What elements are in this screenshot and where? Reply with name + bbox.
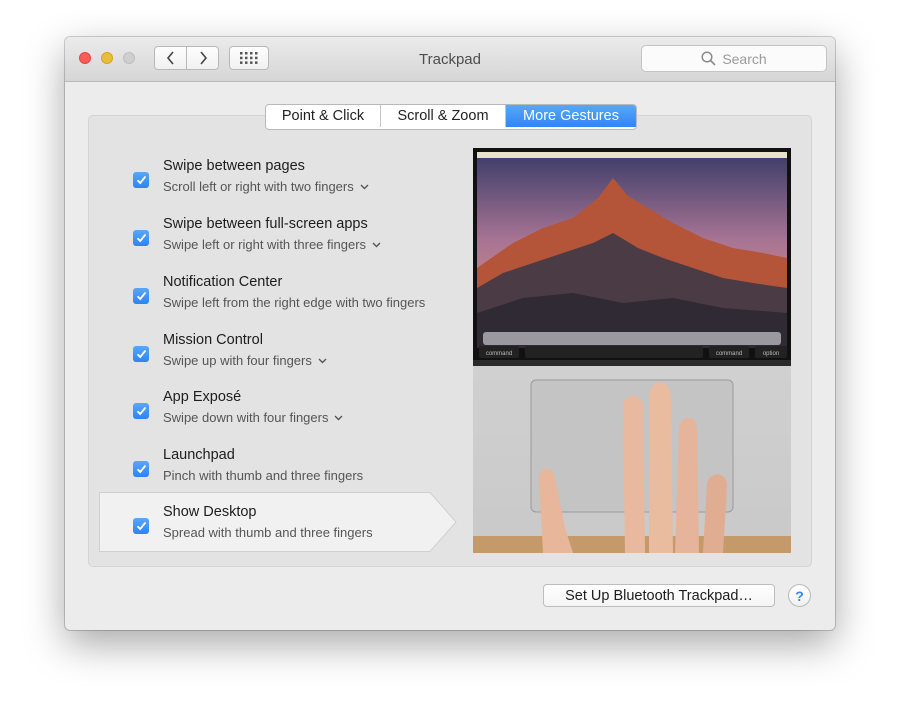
command-key-label-right: command [716, 351, 742, 357]
gesture-option-popup[interactable]: Swipe up with four fingers [163, 353, 327, 368]
gesture-description: Pinch with thumb and three fingers [163, 468, 363, 483]
gesture-checkbox[interactable] [133, 288, 149, 304]
gesture-description-text: Pinch with thumb and three fingers [163, 468, 364, 483]
checkmark-icon [136, 291, 146, 301]
checkmark-icon [136, 233, 146, 243]
preferences-window: Trackpad Search Point & Click Scroll & Z… [65, 37, 835, 630]
gesture-preview-video: command command option command [473, 148, 791, 553]
gesture-option-popup[interactable]: Scroll left or right with two fingers [163, 179, 369, 194]
gesture-checkbox[interactable] [133, 403, 149, 419]
setup-bluetooth-trackpad-button[interactable]: Set Up Bluetooth Trackpad… [543, 584, 775, 607]
selected-row-highlight [99, 492, 457, 552]
checkmark-icon [136, 521, 146, 531]
chevron-down-icon [334, 415, 343, 421]
chevron-down-icon [318, 358, 327, 364]
search-icon [701, 51, 716, 66]
gesture-checkbox[interactable] [133, 346, 149, 362]
gesture-description: Spread with thumb and three fingers [163, 525, 373, 540]
preview-illustration: command command option [473, 148, 791, 553]
gesture-checkbox[interactable] [133, 230, 149, 246]
title-bar: Trackpad Search [65, 37, 835, 82]
checkmark-icon [136, 175, 146, 185]
gesture-title: App Exposé [163, 389, 242, 405]
gesture-title: Swipe between pages [163, 158, 305, 174]
tab-point-and-click[interactable]: Point & Click [266, 105, 381, 127]
chevron-down-icon [360, 184, 369, 190]
gesture-title: Notification Center [163, 274, 283, 290]
checkmark-icon [136, 406, 146, 416]
tab-more-gestures[interactable]: More Gestures [506, 105, 636, 127]
gesture-title: Swipe between full-screen apps [163, 216, 368, 232]
command-key-label-left: command [486, 351, 512, 357]
search-placeholder: Search [722, 50, 767, 67]
gesture-title: Launchpad [163, 447, 235, 463]
checkmark-icon [136, 349, 146, 359]
gesture-option-popup[interactable]: Swipe left or right with three fingers [163, 237, 381, 252]
gesture-description-text: Scroll left or right with two fingers [163, 179, 354, 194]
gesture-description: Swipe left from the right edge with two … [163, 295, 425, 310]
gestures-panel: Swipe between pages Scroll left or right … [88, 115, 812, 567]
gesture-title: Show Desktop [163, 504, 257, 520]
gesture-description-text: Swipe down with four fingers [163, 410, 329, 425]
gesture-checkbox[interactable] [133, 461, 149, 477]
gesture-checkbox[interactable] [133, 172, 149, 188]
search-field[interactable]: Search [641, 45, 827, 72]
tab-bar: Point & Click Scroll & Zoom More Gesture… [265, 104, 637, 130]
option-key-label: option [763, 351, 779, 357]
gesture-description-text: Swipe left from the right edge with two … [163, 295, 426, 310]
checkmark-icon [136, 464, 146, 474]
gesture-option-popup[interactable]: Swipe down with four fingers [163, 410, 343, 425]
help-button[interactable]: ? [788, 584, 811, 607]
gesture-checkbox[interactable] [133, 518, 149, 534]
gesture-title: Mission Control [163, 332, 263, 348]
gesture-description-text: Swipe up with four fingers [163, 353, 312, 368]
gesture-description-text: Swipe left or right with three fingers [163, 237, 367, 252]
gesture-description-text: Spread with thumb and three fingers [163, 525, 373, 540]
tab-scroll-and-zoom[interactable]: Scroll & Zoom [381, 105, 506, 127]
chevron-down-icon [372, 242, 381, 248]
